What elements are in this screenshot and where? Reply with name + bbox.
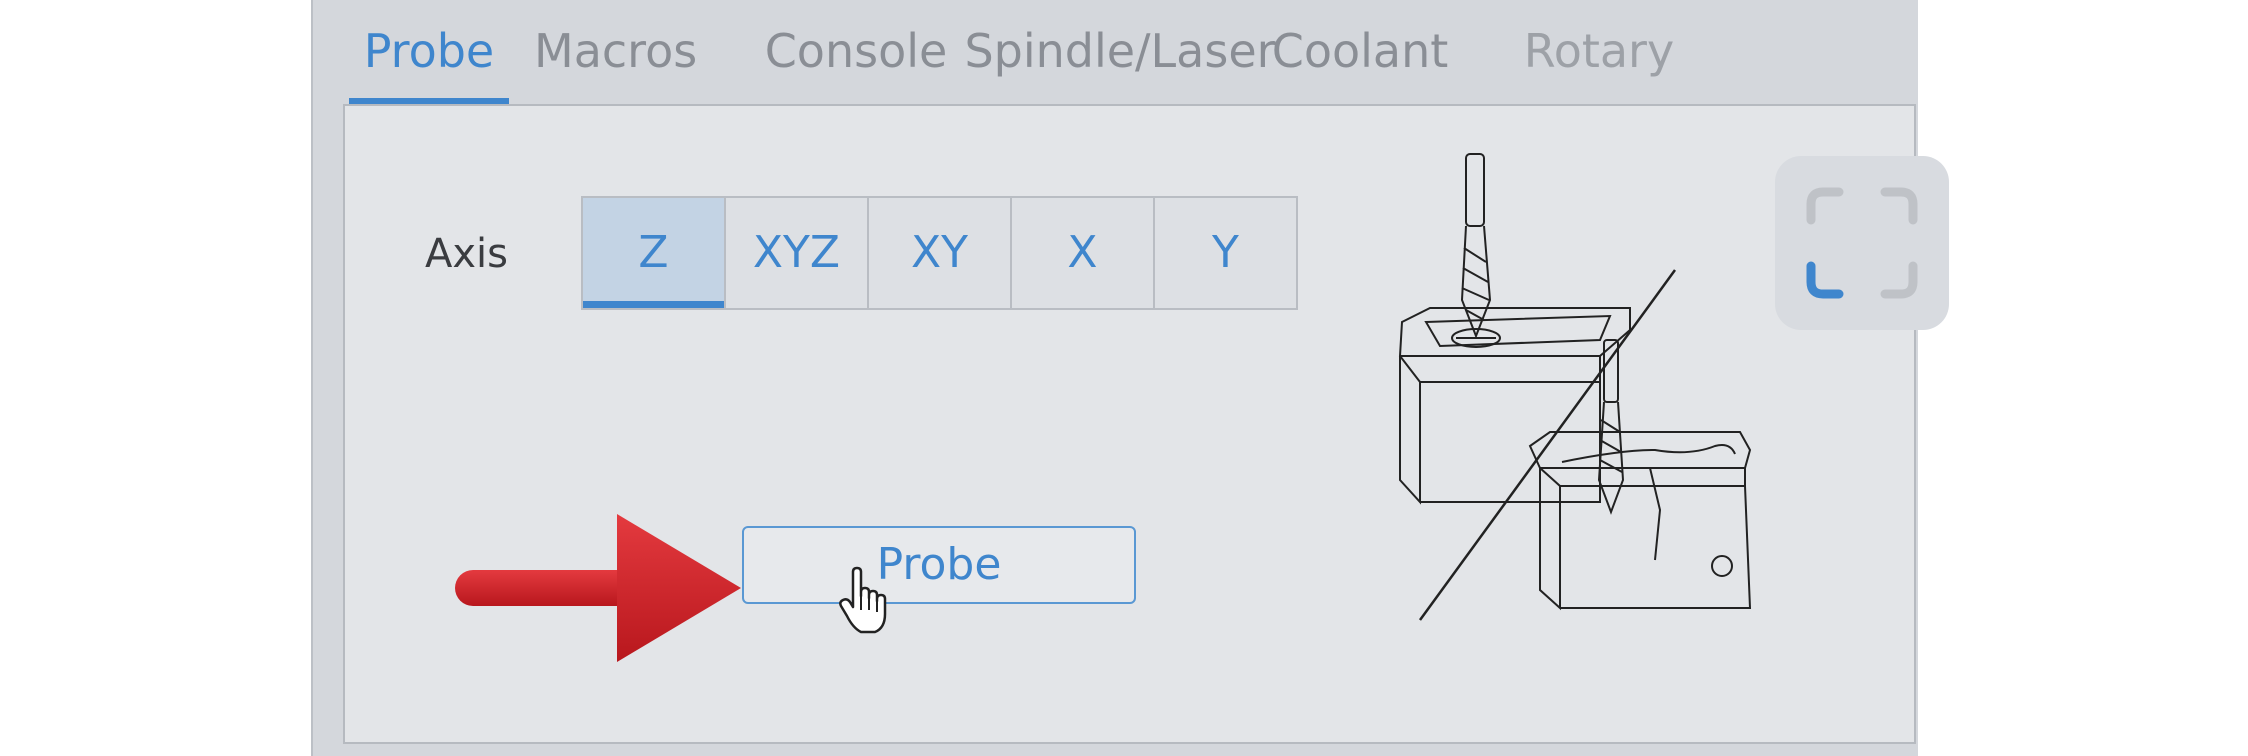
tab-console-label: Console (764, 24, 948, 78)
tab-probe-label: Probe (363, 24, 495, 78)
axis-selector: Z XYZ XY X Y (581, 196, 1298, 310)
hand-pointer-icon (839, 566, 887, 634)
axis-option-x[interactable]: X (1012, 198, 1155, 308)
fullscreen-button[interactable] (1775, 156, 1949, 330)
probing-illustration (1398, 153, 1752, 621)
tab-coolant-label: Coolant (1271, 24, 1449, 78)
axis-option-xy[interactable]: XY (869, 198, 1012, 308)
axis-label: Axis (425, 231, 508, 277)
tab-rotary-label: Rotary (1523, 24, 1675, 78)
red-arrow-annotation (455, 514, 741, 662)
probe-panel: Axis Z XYZ XY X Y Probe (343, 104, 1949, 744)
tab-macros-label: Macros (534, 24, 698, 78)
tab-spindle-laser-label: Spindle/Laser (964, 24, 1276, 78)
axis-option-xyz[interactable]: XYZ (726, 198, 869, 308)
axis-option-y[interactable]: Y (1155, 198, 1296, 308)
probe-button[interactable]: Probe (742, 526, 1136, 604)
fullscreen-icon (1806, 187, 1918, 299)
app-window: Probe Macros Console Spindle/Laser Coola… (311, 0, 1949, 756)
axis-option-z[interactable]: Z (583, 198, 726, 308)
tab-bar: Probe Macros Console Spindle/Laser Coola… (311, 0, 1918, 104)
tab-probe[interactable]: Probe (349, 18, 509, 104)
